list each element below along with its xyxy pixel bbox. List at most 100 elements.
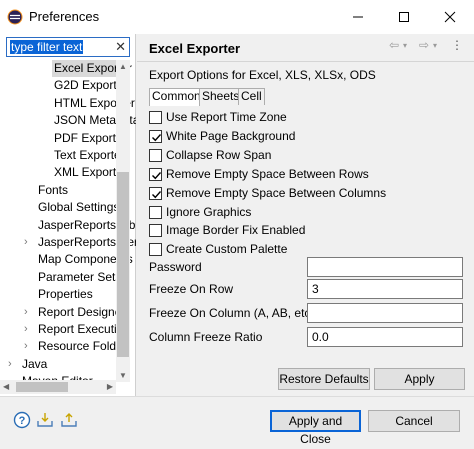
filter-text[interactable]: type filter text (10, 40, 84, 54)
close-icon (444, 11, 456, 23)
checkbox[interactable] (149, 129, 162, 143)
import-icon[interactable] (36, 411, 54, 429)
checkbox[interactable] (149, 243, 162, 257)
checkbox-row[interactable]: Use Report Time Zone (149, 110, 449, 126)
preferences-tree-pane: type filter text ✕ Excel Exporter G2D Exp… (0, 34, 136, 396)
page-navigation: ⇦ ▾ ⇨ ▾ ⋮ (389, 38, 469, 54)
maximize-button[interactable] (381, 0, 427, 34)
scroll-thumb-horizontal[interactable] (16, 382, 68, 392)
export-icon[interactable] (60, 411, 78, 429)
checkbox-row[interactable]: Image Border Fix Enabled (149, 223, 449, 239)
forward-menu-icon[interactable]: ▾ (433, 41, 437, 50)
minimize-button[interactable] (335, 0, 381, 34)
checkbox-row[interactable]: Ignore Graphics (149, 205, 449, 221)
tree-horizontal-scrollbar[interactable]: ◀ ▶ (0, 380, 116, 394)
tree-item-label: Fonts (38, 182, 69, 197)
preference-page: Excel Exporter ⇦ ▾ ⇨ ▾ ⋮ Export Options … (137, 34, 474, 396)
tree-item-label: Global Settings (38, 200, 120, 215)
svg-text:?: ? (19, 415, 26, 427)
checkbox-row[interactable]: Create Custom Palette (149, 242, 449, 258)
field-label: Password (149, 260, 202, 274)
filter-input[interactable]: type filter text ✕ (6, 37, 130, 57)
checkbox-label: Ignore Graphics (166, 204, 252, 219)
text-field[interactable] (307, 303, 463, 323)
common-tab-panel: Use Report Time Zone White Page Backgroun… (147, 104, 467, 394)
help-icon[interactable]: ? (13, 411, 31, 429)
expand-arrow-icon[interactable]: › (8, 356, 16, 373)
checkbox-row[interactable]: Remove Empty Space Between Rows (149, 167, 449, 183)
tree-item-label: Java (22, 356, 48, 371)
tab-sheets[interactable]: Sheets (199, 88, 239, 105)
tree-item-label: Parameter Sets (38, 269, 122, 284)
expand-arrow-icon[interactable]: › (24, 234, 32, 251)
checkbox-label: Collapse Row Span (166, 147, 272, 162)
back-icon[interactable]: ⇦ (389, 38, 399, 52)
maximize-icon (399, 12, 409, 22)
checkbox-row[interactable]: White Page Background (149, 129, 449, 145)
tree-item[interactable]: Parameter Sets (36, 269, 121, 286)
scroll-thumb[interactable] (117, 172, 129, 357)
back-menu-icon[interactable]: ▾ (403, 41, 407, 50)
checkbox-row[interactable]: Collapse Row Span (149, 148, 449, 164)
tree-item[interactable]: Global Settings (36, 199, 119, 216)
checkmark-icon (152, 171, 162, 180)
checkbox-label: Image Border Fix Enabled (166, 223, 306, 238)
checkbox[interactable] (149, 205, 162, 219)
title-separator (137, 61, 474, 62)
scroll-down-icon[interactable]: ▼ (119, 371, 127, 380)
checkmark-icon (152, 133, 162, 142)
tree-item-label: Resource Folder (38, 339, 127, 354)
dialog-footer: ? Apply and Close Cancel (0, 396, 474, 449)
tree-item[interactable]: Resource Folder (36, 338, 127, 355)
minimize-icon (353, 16, 363, 18)
tree-item-label: Report Designer (38, 304, 126, 319)
page-description: Export Options for Excel, XLS, XLSx, ODS (149, 68, 376, 82)
expand-arrow-icon[interactable]: › (24, 338, 32, 355)
close-button[interactable] (427, 0, 473, 34)
scroll-right-icon[interactable]: ▶ (107, 382, 113, 391)
tab-label: Sheets (202, 89, 240, 103)
cancel-button[interactable]: Cancel (368, 410, 460, 432)
text-field[interactable]: 0.0 (307, 327, 463, 347)
tab-label: Common (152, 89, 201, 103)
apply-button[interactable]: Apply (374, 368, 465, 390)
checkbox-row[interactable]: Remove Empty Space Between Columns (149, 186, 449, 202)
expand-arrow-icon[interactable]: › (24, 304, 32, 321)
tree-item[interactable]: Report Designer (36, 304, 125, 321)
scroll-left-icon[interactable]: ◀ (3, 382, 9, 391)
tree-item-label: Text Exporter (54, 148, 125, 162)
tree-item[interactable]: Fonts (36, 182, 68, 199)
checkbox[interactable] (149, 186, 162, 200)
checkbox[interactable] (149, 224, 162, 238)
text-field[interactable]: 3 (307, 279, 463, 299)
tree-item[interactable]: Text Exporter (52, 147, 125, 164)
field-label: Freeze On Row (149, 282, 234, 296)
field-label: Freeze On Column (A, AB, etc.) (149, 306, 318, 320)
apply-and-close-button[interactable]: Apply and Close (270, 410, 361, 446)
tree-item[interactable]: Properties (36, 286, 93, 303)
clear-icon[interactable]: ✕ (115, 40, 126, 54)
title-bar: Preferences (0, 0, 474, 34)
field-label: Column Freeze Ratio (149, 330, 263, 344)
tree-item[interactable]: Java (20, 356, 47, 373)
text-field[interactable] (307, 257, 463, 277)
tab-cell[interactable]: Cell (238, 88, 265, 105)
expand-arrow-icon[interactable]: › (24, 321, 32, 338)
checkbox[interactable] (149, 167, 162, 181)
tree-item[interactable]: Excel Exporter (52, 60, 132, 77)
tree-vertical-scrollbar[interactable]: ▲ ▼ (116, 60, 130, 382)
checkbox-label: Remove Empty Space Between Rows (166, 166, 369, 181)
restore-defaults-button[interactable]: Restore Defaults (278, 368, 370, 390)
scroll-up-icon[interactable]: ▲ (119, 62, 127, 71)
checkbox[interactable] (149, 148, 162, 162)
checkbox-label: Create Custom Palette (166, 242, 288, 257)
tab-label: Cell (241, 89, 262, 103)
checkmark-icon (152, 190, 162, 198)
tree-item-label: Properties (38, 287, 93, 302)
window-title: Preferences (29, 9, 100, 24)
checkbox[interactable] (149, 111, 162, 124)
forward-icon[interactable]: ⇨ (419, 38, 429, 52)
page-title: Excel Exporter (149, 41, 241, 56)
view-menu-icon[interactable]: ⋮ (451, 38, 463, 52)
checkbox-label: Remove Empty Space Between Columns (166, 185, 387, 200)
